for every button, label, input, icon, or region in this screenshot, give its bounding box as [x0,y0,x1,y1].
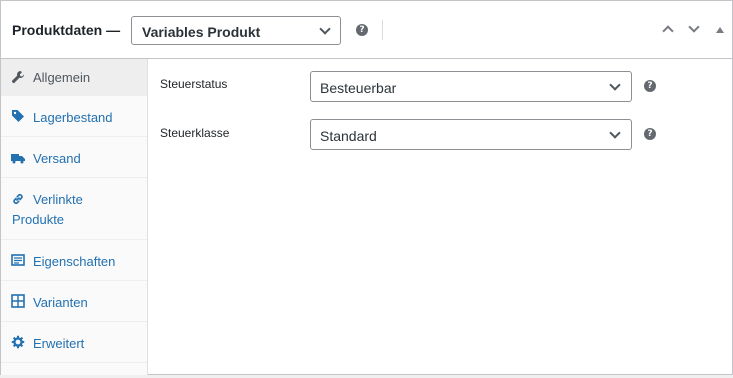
tax-class-select[interactable]: Standard [310,119,632,150]
tax-class-value: Standard [320,128,377,144]
gear-icon [11,335,25,349]
link-icon [13,194,23,204]
tax-status-select[interactable]: Besteuerbar [310,71,632,102]
tab-advanced[interactable]: Erweitert [1,322,147,363]
panel-title: Produktdaten — [12,22,121,38]
chevron-up-icon [662,25,674,37]
list-icon [11,254,25,266]
tax-status-label: Steuerstatus [160,77,228,91]
tab-general[interactable]: Allgemein [1,59,147,96]
tab-label: Erweitert [33,336,85,351]
tab-label: Eigenschaften [33,254,116,269]
product-type-value: Variables Produkt [142,24,261,40]
tax-class-help-icon[interactable]: ? [644,128,656,140]
tab-variations[interactable]: Varianten [1,281,147,322]
help-icon[interactable]: ? [356,24,368,36]
tab-label: Lagerbestand [33,110,113,125]
grid-icon [11,294,25,308]
tab-attributes[interactable]: Eigenschaften [1,240,147,281]
move-up-button[interactable] [660,21,676,37]
tab-linked-products[interactable]: Verlinkte Produkte [1,178,147,240]
tax-class-label: Steuerklasse [160,126,230,140]
product-type-select[interactable]: Variables Produkt [131,16,341,45]
header-divider [382,20,383,40]
tax-status-value: Besteuerbar [320,80,397,96]
tab-label: Verlinkte [33,192,83,207]
tab-inventory[interactable]: Lagerbestand [1,96,147,137]
product-data-tabs: Allgemein Lagerbestand Versand Verlinkte… [1,59,148,375]
tab-shipping[interactable]: Versand [1,137,147,178]
move-down-button[interactable] [686,21,702,37]
tax-status-help-icon[interactable]: ? [644,80,656,92]
tag-icon [12,110,24,122]
chevron-down-icon [609,79,621,91]
wrench-icon [11,71,24,84]
truck-icon [11,154,25,164]
panel-header: Produktdaten — Variables Produkt ? [1,1,732,59]
tab-label: Versand [33,151,81,166]
chevron-down-icon [609,127,621,139]
product-data-panel: Produktdaten — Variables Produkt ? Allge… [0,0,733,375]
tab-label: Allgemein [33,70,91,85]
tab-label: Varianten [33,295,88,310]
chevron-down-icon [319,23,331,35]
tab-label-line2: Produkte [12,212,65,227]
collapse-toggle-icon[interactable] [716,27,724,33]
chevron-down-icon [688,21,700,33]
